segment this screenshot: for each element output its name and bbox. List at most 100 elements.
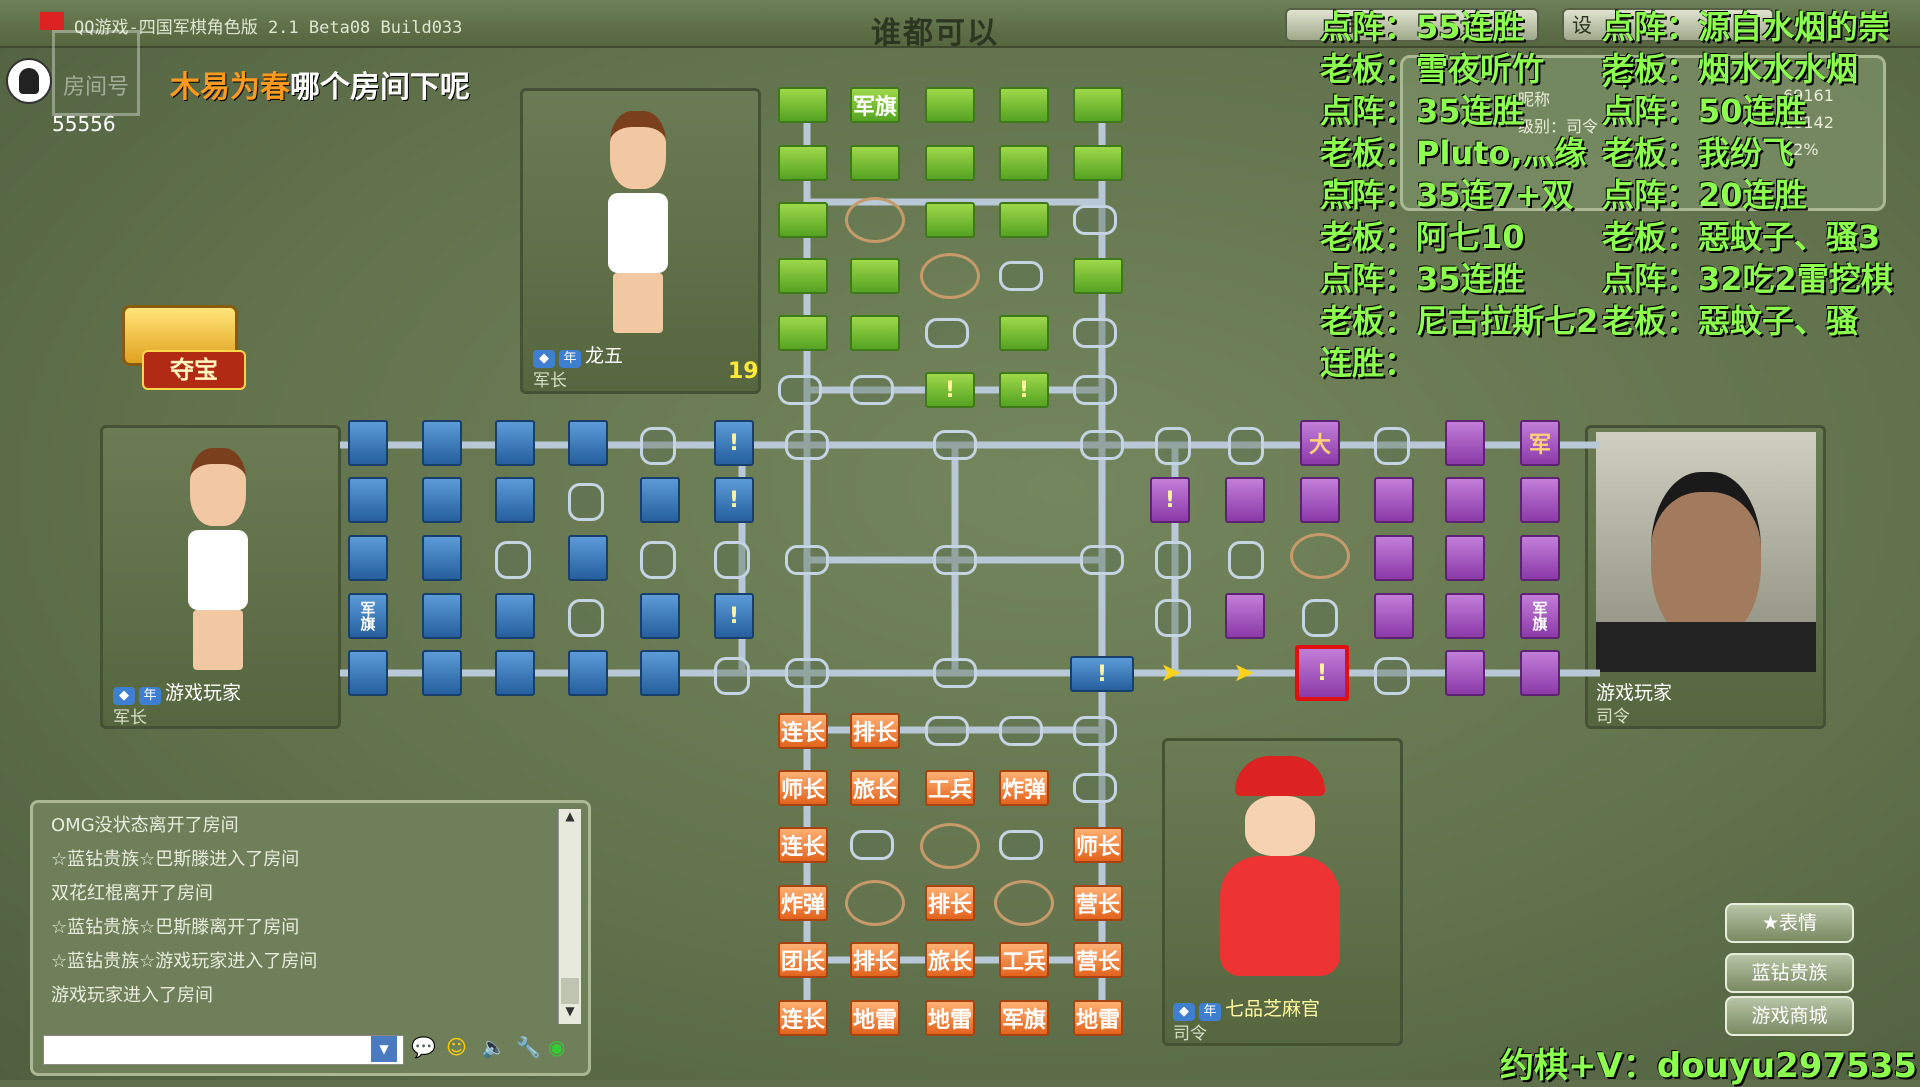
empty-post[interactable] <box>785 658 829 688</box>
player-card-left[interactable]: ◆ 年游戏玩家 军长 <box>100 425 341 729</box>
orange-piece[interactable]: 营长 <box>1073 885 1123 921</box>
orange-piece[interactable]: 排长 <box>850 942 900 978</box>
smiley-icon[interactable]: ☺ <box>446 1035 467 1059</box>
green-piece[interactable] <box>999 87 1049 123</box>
camp-station[interactable] <box>845 880 905 926</box>
empty-post[interactable] <box>1073 773 1117 803</box>
chat-input[interactable] <box>43 1035 404 1065</box>
orange-piece[interactable]: 排长 <box>850 713 900 749</box>
empty-post[interactable] <box>999 716 1043 746</box>
blue-piece[interactable] <box>422 650 462 696</box>
purple-piece[interactable] <box>1374 477 1414 523</box>
empty-post[interactable] <box>640 427 676 465</box>
orange-piece[interactable]: 工兵 <box>925 770 975 806</box>
orange-piece[interactable]: 地雷 <box>925 1000 975 1036</box>
blue-piece[interactable] <box>348 477 388 523</box>
empty-post[interactable] <box>1228 427 1264 465</box>
empty-post[interactable] <box>1073 716 1117 746</box>
purple-piece-alert[interactable]: ! <box>1150 477 1190 523</box>
empty-post[interactable] <box>933 430 977 460</box>
empty-post[interactable] <box>1073 318 1117 348</box>
green-piece[interactable] <box>850 315 900 351</box>
orange-piece[interactable]: 排长 <box>925 885 975 921</box>
purple-piece[interactable] <box>1225 593 1265 639</box>
empty-post[interactable] <box>714 657 750 695</box>
purple-piece[interactable] <box>1445 650 1485 696</box>
emote-button[interactable]: ★表情 <box>1725 903 1854 943</box>
empty-post[interactable] <box>933 658 977 688</box>
wrench-icon[interactable]: 🔧 <box>516 1035 541 1059</box>
purple-piece[interactable] <box>1225 477 1265 523</box>
empty-post[interactable] <box>1073 375 1117 405</box>
empty-post[interactable] <box>785 545 829 575</box>
green-piece[interactable] <box>1073 145 1123 181</box>
green-piece[interactable] <box>999 145 1049 181</box>
blue-piece[interactable] <box>568 535 608 581</box>
empty-post[interactable] <box>850 830 894 860</box>
orange-piece[interactable]: 师长 <box>778 770 828 806</box>
purple-piece[interactable] <box>1374 593 1414 639</box>
empty-post[interactable] <box>933 545 977 575</box>
blue-diamond-vip-button[interactable]: 蓝钻贵族 <box>1725 953 1854 993</box>
green-piece[interactable] <box>925 202 975 238</box>
orange-piece[interactable]: 连长 <box>778 827 828 863</box>
green-piece[interactable] <box>925 145 975 181</box>
blue-piece[interactable] <box>348 535 388 581</box>
blue-piece[interactable] <box>640 477 680 523</box>
scroll-down-icon[interactable]: ▼ <box>559 1004 581 1024</box>
blue-piece[interactable] <box>495 593 535 639</box>
empty-post[interactable] <box>999 261 1043 291</box>
green-piece[interactable] <box>999 202 1049 238</box>
empty-post[interactable] <box>1155 599 1191 637</box>
orange-piece[interactable]: 工兵 <box>999 942 1049 978</box>
blue-piece[interactable] <box>568 420 608 466</box>
empty-post[interactable] <box>850 375 894 405</box>
orange-piece[interactable]: 营长 <box>1073 942 1123 978</box>
scroll-up-icon[interactable]: ▲ <box>559 809 581 829</box>
empty-post[interactable] <box>1374 427 1410 465</box>
blue-piece[interactable] <box>348 650 388 696</box>
green-piece[interactable] <box>778 258 828 294</box>
purple-piece-flag[interactable]: 军旗 <box>1520 593 1560 639</box>
camp-station[interactable] <box>994 880 1054 926</box>
empty-post[interactable] <box>568 483 604 521</box>
blue-piece-alert[interactable]: ! <box>1070 656 1134 692</box>
blue-piece[interactable] <box>568 650 608 696</box>
empty-post[interactable] <box>1155 427 1191 465</box>
chat-scrollbar[interactable]: ▲ ▼ <box>558 809 581 1024</box>
speech-bubble-icon[interactable]: 💬 <box>411 1035 436 1059</box>
camp-station[interactable] <box>920 823 980 869</box>
empty-post[interactable] <box>1080 545 1124 575</box>
camp-station[interactable] <box>1290 533 1350 579</box>
green-piece[interactable] <box>778 315 828 351</box>
player-card-right[interactable]: 游戏玩家 司令 <box>1585 425 1826 729</box>
empty-post[interactable] <box>1302 599 1338 637</box>
empty-post[interactable] <box>495 541 531 579</box>
purple-piece[interactable] <box>1445 535 1485 581</box>
blue-piece[interactable] <box>495 420 535 466</box>
empty-post[interactable] <box>999 830 1043 860</box>
purple-piece[interactable] <box>1445 593 1485 639</box>
speaker-icon[interactable]: 🔈 <box>481 1035 506 1059</box>
green-piece-flag[interactable]: 军旗 <box>850 87 900 123</box>
orange-piece[interactable]: 地雷 <box>850 1000 900 1036</box>
camp-station[interactable] <box>920 253 980 299</box>
purple-piece[interactable] <box>1445 420 1485 466</box>
purple-piece[interactable] <box>1445 477 1485 523</box>
purple-piece-revealed[interactable]: 大 <box>1300 420 1340 466</box>
orange-piece[interactable]: 连长 <box>778 1000 828 1036</box>
scroll-thumb[interactable] <box>561 978 579 1004</box>
green-piece[interactable] <box>999 315 1049 351</box>
green-piece-alert[interactable]: ! <box>925 372 975 408</box>
empty-post[interactable] <box>1374 657 1410 695</box>
green-piece[interactable] <box>1073 87 1123 123</box>
purple-piece-revealed[interactable]: 军 <box>1520 420 1560 466</box>
empty-post[interactable] <box>1080 430 1124 460</box>
blue-piece[interactable] <box>422 535 462 581</box>
purple-piece[interactable] <box>1520 535 1560 581</box>
blue-piece[interactable] <box>422 420 462 466</box>
green-piece[interactable] <box>850 145 900 181</box>
green-piece[interactable] <box>850 258 900 294</box>
orange-piece[interactable]: 旅长 <box>850 770 900 806</box>
green-piece[interactable] <box>1073 258 1123 294</box>
